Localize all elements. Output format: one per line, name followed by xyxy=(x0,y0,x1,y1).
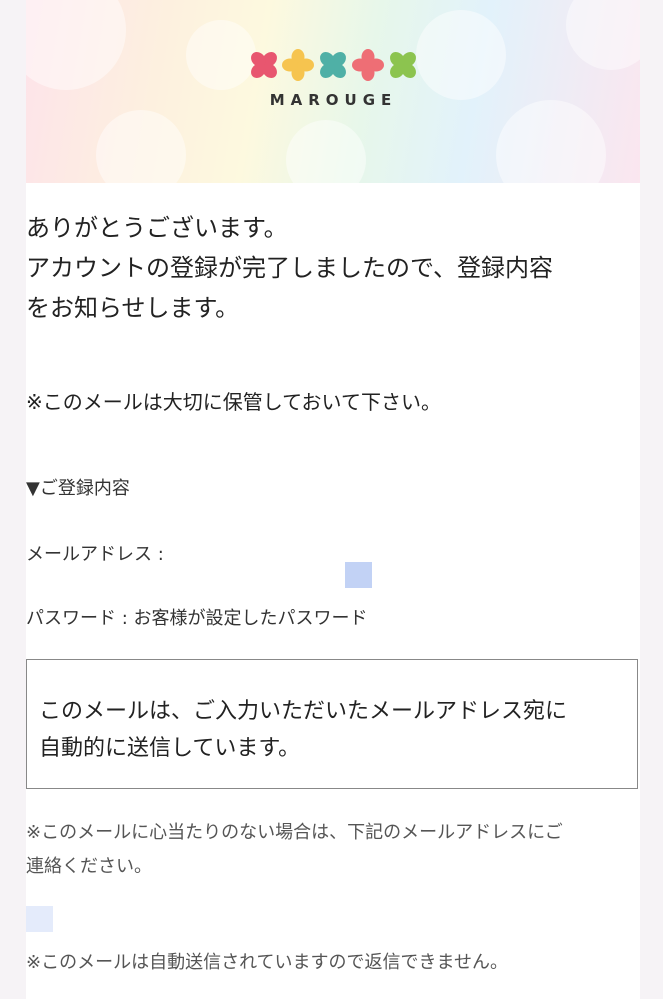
notice-line-1: このメールは、ご入力いただいたメールアドレス宛に xyxy=(39,699,568,724)
thanks-line-2: アカウントの登録が完了しましたので、登録内容 xyxy=(26,254,554,282)
password-line: パスワード : お客様が設定したパスワード xyxy=(26,608,368,629)
thanks-line-1: ありがとうございます。 xyxy=(26,214,288,242)
registration-heading: ▼ご登録内容 xyxy=(26,478,130,499)
keep-mail-note: ※このメールは大切に保管しておいて下さい。 xyxy=(26,390,441,414)
brand-name: MAROUGE xyxy=(269,91,398,109)
notice-text: このメールは、ご入力いただいたメールアドレス宛に 自動的に送信しています。 xyxy=(39,693,567,767)
redacted-contact-address[interactable] xyxy=(26,906,53,932)
email-label: メールアドレス : xyxy=(26,544,164,565)
contact-note-line-2: 連絡ください。 xyxy=(26,856,152,877)
header-banner: MAROUGE xyxy=(26,0,640,183)
no-reply-note: ※このメールは自動送信されていますので返信できません。 xyxy=(26,952,508,973)
contact-note: ※このメールに心当たりのない場合は、下記のメールアドレスにご 連絡ください。 xyxy=(26,816,563,884)
email-card: MAROUGE ありがとうございます。 アカウントの登録が完了しましたので、登録… xyxy=(26,0,640,999)
auto-send-notice-box: このメールは、ご入力いただいたメールアドレス宛に 自動的に送信しています。 xyxy=(26,659,638,789)
thanks-line-3: をお知らせします。 xyxy=(26,294,240,322)
notice-line-2: 自動的に送信しています。 xyxy=(39,736,301,761)
redacted-email-address xyxy=(345,562,372,588)
marouge-logo: MAROUGE xyxy=(246,47,421,113)
contact-note-line-1: ※このメールに心当たりのない場合は、下記のメールアドレスにご xyxy=(26,822,563,843)
